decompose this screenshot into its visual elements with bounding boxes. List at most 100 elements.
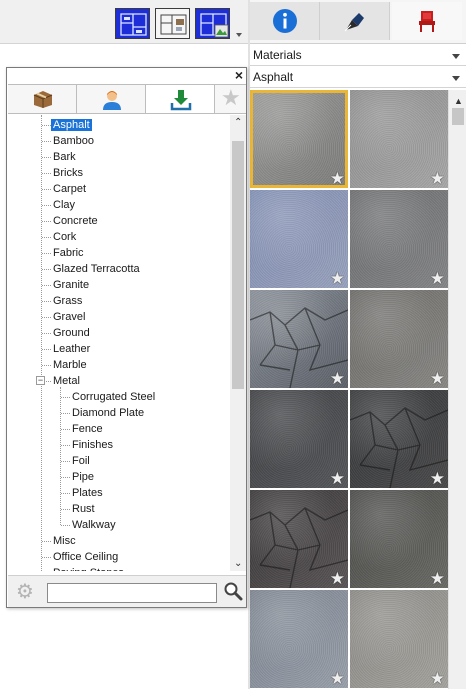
tree-item[interactable]: Paving Stones bbox=[51, 565, 126, 571]
grid-scrollbar[interactable]: ▲ bbox=[448, 90, 466, 689]
tree-item-label: Glazed Terracotta bbox=[53, 263, 140, 275]
star-icon[interactable]: ★ bbox=[215, 85, 246, 113]
search-icon[interactable] bbox=[223, 581, 243, 604]
scroll-down-icon[interactable]: ⌄ bbox=[234, 558, 242, 569]
tree-item-label: Finishes bbox=[72, 439, 113, 451]
tree-item[interactable]: Pipe bbox=[70, 469, 96, 485]
tree-item[interactable]: Leather bbox=[51, 341, 92, 357]
material-browser-dialog: × ★ Asphalt Bamboo Bark Bricks Carpet Cl… bbox=[6, 67, 247, 608]
material-thumbnail[interactable]: ★ bbox=[350, 390, 448, 488]
tree-item[interactable]: Gravel bbox=[51, 309, 87, 325]
material-thumbnail[interactable]: ★ bbox=[250, 190, 348, 288]
info-icon[interactable] bbox=[250, 2, 320, 40]
star-icon[interactable]: ★ bbox=[330, 370, 345, 387]
scrollbar-thumb[interactable] bbox=[452, 108, 464, 125]
tree-connector bbox=[61, 493, 70, 494]
chevron-down-icon bbox=[452, 76, 460, 81]
material-thumbnail[interactable]: ★ bbox=[250, 390, 348, 488]
subcategory-select[interactable]: Asphalt bbox=[250, 67, 466, 88]
tree-item[interactable]: Ground bbox=[51, 325, 92, 341]
tree-connector bbox=[42, 557, 51, 558]
tree-item[interactable]: Fence bbox=[70, 421, 105, 437]
chair-icon[interactable] bbox=[392, 2, 462, 40]
dialog-titlebar[interactable]: × bbox=[7, 67, 246, 84]
tree-item-label: Gravel bbox=[53, 311, 86, 323]
tree-item[interactable]: Carpet bbox=[51, 181, 88, 197]
subcategory-select-value: Asphalt bbox=[253, 70, 294, 84]
tree-item-label: Marble bbox=[53, 359, 87, 371]
tree-connector bbox=[42, 253, 51, 254]
gear-icon[interactable]: ⚙ bbox=[16, 582, 34, 602]
tree-item[interactable]: Walkway bbox=[70, 517, 118, 533]
download-icon[interactable] bbox=[146, 85, 215, 113]
star-icon[interactable]: ★ bbox=[430, 270, 445, 287]
tree-item[interactable]: Fabric bbox=[51, 245, 86, 261]
material-thumbnail[interactable]: ★ bbox=[350, 90, 448, 188]
star-icon[interactable]: ★ bbox=[430, 670, 445, 687]
tree-item[interactable]: Bark bbox=[51, 149, 78, 165]
tree-item[interactable]: Metal bbox=[51, 373, 82, 389]
tree-scrollbar[interactable]: ⌃ ⌄ bbox=[230, 115, 246, 571]
material-thumbnail[interactable]: ★ bbox=[350, 190, 448, 288]
star-icon[interactable]: ★ bbox=[330, 270, 345, 287]
scroll-up-icon[interactable]: ⌃ bbox=[234, 117, 242, 128]
close-icon[interactable]: × bbox=[235, 67, 243, 83]
tree-connector bbox=[42, 237, 51, 238]
tree-item[interactable]: Office Ceiling bbox=[51, 549, 120, 565]
tree-connector bbox=[42, 333, 51, 334]
tree-item[interactable]: Misc bbox=[51, 533, 78, 549]
star-icon[interactable]: ★ bbox=[330, 670, 345, 687]
tree-item[interactable]: Foil bbox=[70, 453, 92, 469]
library-tab-strip bbox=[250, 0, 466, 44]
tree-item[interactable]: Asphalt bbox=[51, 117, 92, 133]
tree-item[interactable]: Clay bbox=[51, 197, 77, 213]
tree-item-label: Carpet bbox=[53, 183, 87, 195]
tree-item[interactable]: Marble bbox=[51, 357, 89, 373]
tree-item[interactable]: Bricks bbox=[51, 165, 85, 181]
tree-item[interactable]: Finishes bbox=[70, 437, 115, 453]
star-icon[interactable]: ★ bbox=[330, 170, 345, 187]
tree-item-label: Pipe bbox=[72, 471, 95, 483]
material-thumbnail[interactable]: ★ bbox=[350, 290, 448, 388]
material-thumbnail[interactable]: ★ bbox=[250, 590, 348, 688]
tree-item[interactable]: Rust bbox=[70, 501, 97, 517]
favorites-star: ★ bbox=[221, 85, 241, 110]
scrollbar-thumb[interactable] bbox=[232, 141, 244, 389]
tree-item[interactable]: Grass bbox=[51, 293, 84, 309]
star-icon[interactable]: ★ bbox=[430, 470, 445, 487]
tree-connector bbox=[61, 413, 70, 414]
star-icon[interactable]: ★ bbox=[430, 370, 445, 387]
tree-connector bbox=[61, 509, 70, 510]
chevron-down-icon[interactable] bbox=[236, 33, 242, 37]
material-thumbnail[interactable]: ★ bbox=[350, 590, 448, 688]
tree-item[interactable]: Cork bbox=[51, 229, 78, 245]
category-select[interactable]: Materials bbox=[250, 45, 466, 66]
tree-item[interactable]: Granite bbox=[51, 277, 91, 293]
tree-connector bbox=[42, 301, 51, 302]
split-view-icon[interactable] bbox=[155, 8, 190, 39]
tree-item[interactable]: Diamond Plate bbox=[70, 405, 146, 421]
material-thumbnail[interactable]: ★ bbox=[250, 90, 348, 188]
search-input[interactable] bbox=[47, 583, 217, 603]
tree-item[interactable]: Corrugated Steel bbox=[70, 389, 157, 405]
tree-item[interactable]: Bamboo bbox=[51, 133, 96, 149]
material-thumbnail[interactable]: ★ bbox=[250, 490, 348, 588]
scroll-up-icon[interactable]: ▲ bbox=[454, 96, 463, 106]
star-icon[interactable]: ★ bbox=[430, 570, 445, 587]
tree-item[interactable]: Plates bbox=[70, 485, 105, 501]
star-icon[interactable]: ★ bbox=[330, 470, 345, 487]
material-thumbnail[interactable]: ★ bbox=[250, 290, 348, 388]
material-thumbnail[interactable]: ★ bbox=[350, 490, 448, 588]
pen-nib-icon[interactable] bbox=[320, 2, 390, 40]
material-texture-swatch bbox=[250, 90, 348, 188]
3d-view-icon[interactable] bbox=[195, 8, 230, 39]
tree-item[interactable]: Glazed Terracotta bbox=[51, 261, 142, 277]
star-icon[interactable]: ★ bbox=[430, 170, 445, 187]
user-icon[interactable] bbox=[77, 85, 146, 113]
floor-plan-view-icon[interactable] bbox=[115, 8, 150, 39]
star-icon[interactable]: ★ bbox=[330, 570, 345, 587]
tree-item[interactable]: Concrete bbox=[51, 213, 100, 229]
collapse-toggle-icon[interactable]: − bbox=[36, 376, 45, 385]
box-icon[interactable] bbox=[8, 85, 77, 113]
tree-item-label: Corrugated Steel bbox=[72, 391, 156, 403]
